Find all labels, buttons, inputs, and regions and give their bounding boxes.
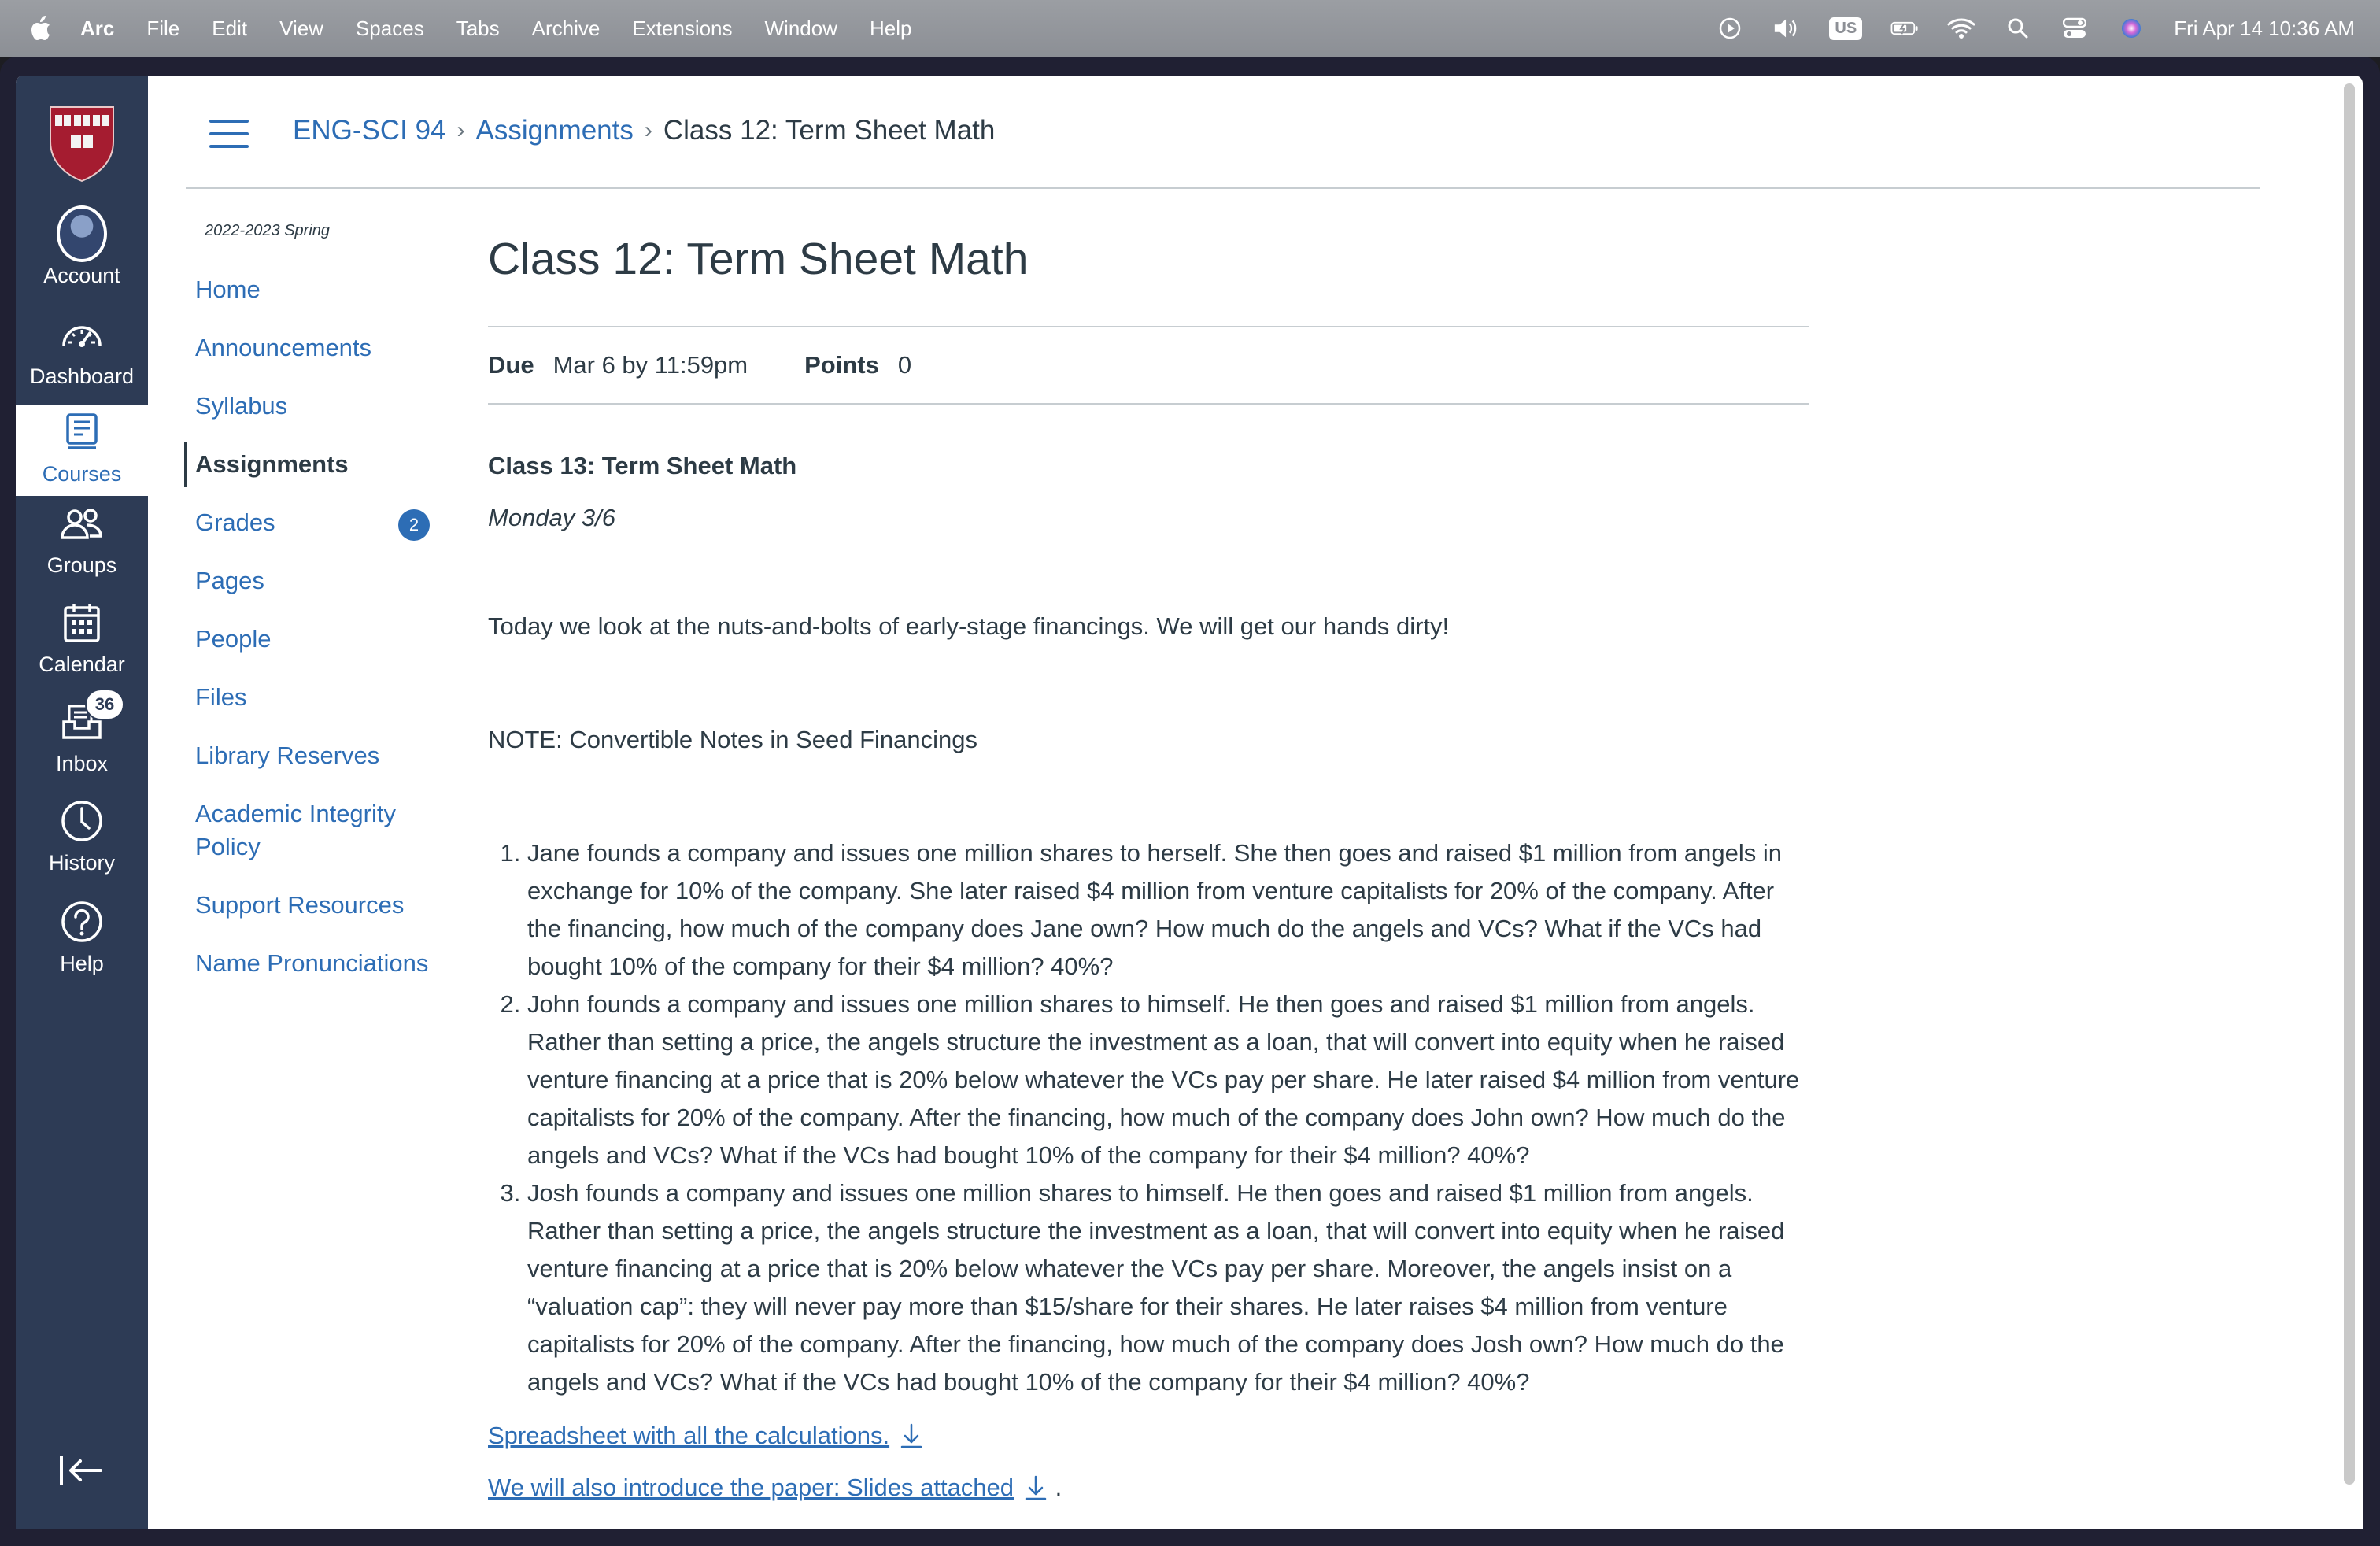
menu-window[interactable]: Window bbox=[765, 17, 837, 41]
course-nav-syllabus[interactable]: Syllabus bbox=[186, 383, 438, 429]
course-nav-academic-integrity[interactable]: Academic Integrity Policy bbox=[186, 791, 438, 870]
class-subtitle: Class 13: Term Sheet Math bbox=[488, 452, 797, 479]
global-nav-calendar[interactable]: Calendar bbox=[16, 595, 148, 686]
menu-spaces[interactable]: Spaces bbox=[356, 17, 424, 41]
wifi-icon[interactable] bbox=[1947, 14, 1975, 43]
link-suffix: . bbox=[1055, 1474, 1062, 1501]
input-source-indicator[interactable]: US bbox=[1829, 17, 1863, 40]
chevron-right-icon: › bbox=[456, 117, 465, 143]
battery-icon[interactable] bbox=[1890, 14, 1919, 43]
hamburger-menu-icon[interactable] bbox=[209, 120, 249, 148]
play-icon[interactable] bbox=[1716, 14, 1744, 43]
course-header: ENG-SCI 94 › Assignments › Class 12: Ter… bbox=[186, 76, 2260, 189]
points-label: Points bbox=[804, 351, 879, 379]
list-item: Josh founds a company and issues one mil… bbox=[527, 1174, 1810, 1401]
help-icon bbox=[57, 897, 107, 947]
macos-menubar: Arc File Edit View Spaces Tabs Archive E… bbox=[0, 0, 2380, 57]
breadcrumb-assignments[interactable]: Assignments bbox=[476, 115, 634, 146]
breadcrumb-current: Class 12: Term Sheet Math bbox=[663, 115, 996, 146]
download-icon[interactable] bbox=[1023, 1474, 1048, 1501]
course-term: 2022-2023 Spring bbox=[205, 222, 331, 239]
assignment-details: Due Mar 6 by 11:59pm Points 0 bbox=[488, 326, 1809, 405]
problem-list: Jane founds a company and issues one mil… bbox=[488, 834, 1810, 1401]
grades-badge: 2 bbox=[398, 509, 430, 541]
download-icon[interactable] bbox=[899, 1422, 924, 1449]
global-nav-label: Account bbox=[43, 264, 120, 287]
course-nav-support-resources[interactable]: Support Resources bbox=[186, 882, 438, 928]
breadcrumb-course[interactable]: ENG-SCI 94 bbox=[293, 115, 446, 146]
course-nav-label: Grades bbox=[195, 509, 275, 536]
global-nav-label: Dashboard bbox=[29, 364, 135, 388]
points-value: 0 bbox=[897, 351, 912, 379]
siri-icon[interactable] bbox=[2117, 14, 2145, 43]
global-nav-account[interactable]: Account bbox=[16, 205, 148, 298]
menu-view[interactable]: View bbox=[279, 17, 323, 41]
course-nav-name-pronunciations[interactable]: Name Pronunciations bbox=[186, 941, 438, 986]
course-navigation: 2022-2023 Spring Home Announcements Syll… bbox=[184, 222, 453, 999]
browser-window: Account Dashboard Courses Groups Calenda… bbox=[0, 57, 2380, 1546]
course-nav-grades[interactable]: Grades 2 bbox=[186, 500, 438, 546]
global-nav-label: Inbox bbox=[55, 752, 109, 775]
global-nav-history[interactable]: History bbox=[16, 793, 148, 885]
due-label: Due bbox=[488, 351, 534, 379]
global-nav-courses[interactable]: Courses bbox=[16, 405, 148, 496]
global-nav-label: Courses bbox=[42, 462, 122, 486]
breadcrumb: ENG-SCI 94 › Assignments › Class 12: Ter… bbox=[293, 115, 995, 146]
inbox-icon: 36 bbox=[57, 689, 124, 747]
global-navigation: Account Dashboard Courses Groups Calenda… bbox=[16, 76, 148, 1529]
global-nav-label: Calendar bbox=[39, 653, 125, 676]
course-nav-pages[interactable]: Pages bbox=[186, 558, 438, 604]
list-item: Jane founds a company and issues one mil… bbox=[527, 834, 1810, 986]
course-nav-announcements[interactable]: Announcements bbox=[186, 325, 438, 371]
menubar-clock[interactable]: Fri Apr 14 10:36 AM bbox=[2174, 17, 2355, 41]
dashboard-icon bbox=[57, 309, 107, 360]
intro-paragraph: Today we look at the nuts-and-bolts of e… bbox=[488, 612, 1450, 640]
page-scrollbar[interactable] bbox=[2344, 83, 2355, 1485]
menu-archive[interactable]: Archive bbox=[532, 17, 601, 41]
status-area: US Fri Apr 14 10:36 AM bbox=[1716, 0, 2355, 57]
note-paragraph: NOTE: Convertible Notes in Seed Financin… bbox=[488, 726, 978, 753]
collapse-nav-icon[interactable] bbox=[58, 1453, 105, 1488]
groups-icon bbox=[57, 498, 107, 549]
global-nav-label: Help bbox=[60, 952, 104, 975]
global-nav-inbox[interactable]: 36 Inbox bbox=[16, 689, 148, 786]
history-icon bbox=[57, 796, 107, 846]
course-nav-files[interactable]: Files bbox=[186, 675, 438, 720]
page-title: Class 12: Term Sheet Math bbox=[488, 234, 1029, 284]
menu-help[interactable]: Help bbox=[870, 17, 911, 41]
course-nav-home[interactable]: Home bbox=[186, 267, 438, 313]
course-nav-assignments[interactable]: Assignments bbox=[184, 442, 436, 487]
courses-icon bbox=[57, 407, 107, 457]
course-nav-people[interactable]: People bbox=[186, 616, 438, 662]
slides-link[interactable]: We will also introduce the paper: Slides… bbox=[488, 1474, 1048, 1502]
apple-icon[interactable] bbox=[30, 15, 54, 42]
menu-edit[interactable]: Edit bbox=[212, 17, 247, 41]
spreadsheet-link[interactable]: Spreadsheet with all the calculations. bbox=[488, 1422, 924, 1450]
menu-tabs[interactable]: Tabs bbox=[456, 17, 500, 41]
global-nav-help[interactable]: Help bbox=[16, 894, 148, 986]
assignment-content: Class 12: Term Sheet Math Due Mar 6 by 1… bbox=[488, 233, 1809, 1502]
menu-file[interactable]: File bbox=[146, 17, 179, 41]
spotlight-search-icon[interactable] bbox=[2004, 14, 2032, 43]
list-item: John founds a company and issues one mil… bbox=[527, 986, 1810, 1174]
menu-app-name[interactable]: Arc bbox=[80, 17, 114, 41]
global-nav-dashboard[interactable]: Dashboard bbox=[16, 307, 148, 398]
class-date: Monday 3/6 bbox=[488, 504, 615, 531]
volume-icon[interactable] bbox=[1772, 14, 1801, 43]
chevron-right-icon: › bbox=[644, 117, 652, 143]
inbox-unread-badge: 36 bbox=[85, 689, 124, 720]
control-center-icon[interactable] bbox=[2060, 14, 2089, 43]
global-nav-groups[interactable]: Groups bbox=[16, 496, 148, 587]
avatar bbox=[57, 205, 107, 262]
canvas-page: Account Dashboard Courses Groups Calenda… bbox=[16, 76, 2363, 1529]
due-value: Mar 6 by 11:59pm bbox=[552, 351, 748, 379]
menu-extensions[interactable]: Extensions bbox=[632, 17, 732, 41]
global-nav-label: History bbox=[48, 851, 115, 875]
course-nav-library-reserves[interactable]: Library Reserves bbox=[186, 733, 438, 779]
calendar-icon bbox=[57, 597, 107, 648]
global-nav-label: Groups bbox=[46, 553, 117, 577]
harvard-shield-logo[interactable] bbox=[47, 104, 116, 183]
